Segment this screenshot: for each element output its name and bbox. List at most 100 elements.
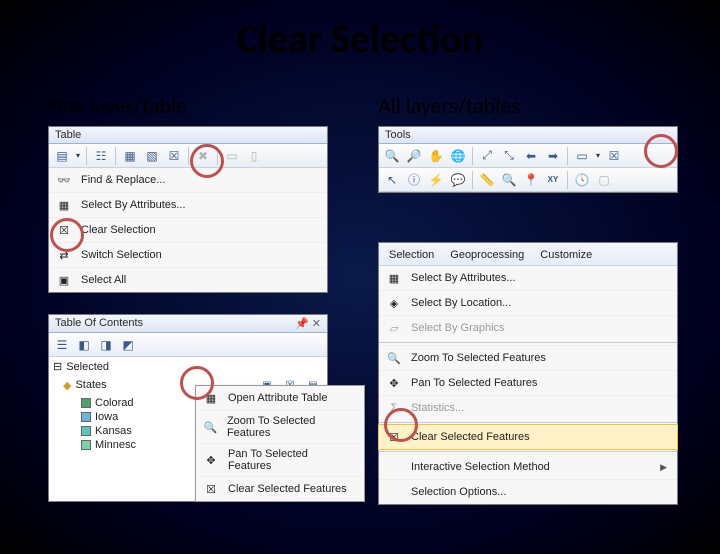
swatch-icon	[81, 440, 91, 450]
table-icon: ▦	[202, 390, 220, 406]
list-item-label: Iowa	[95, 411, 118, 423]
menu-label: Pan To Selected Features	[228, 448, 354, 472]
binoculars-icon: 👓	[55, 172, 73, 188]
menu-label: Switch Selection	[81, 249, 162, 261]
toc-pin-icon[interactable]: 📌 ✕	[295, 317, 321, 330]
menu-label: Clear Selected Features	[411, 431, 530, 443]
menu-select-by-location[interactable]: ◈ Select By Location...	[379, 290, 677, 315]
menu-label: Select All	[81, 274, 126, 286]
zoom-in-icon[interactable]: 🔍	[382, 146, 402, 166]
list-by-source-icon[interactable]: ◧	[74, 335, 94, 355]
opts-icon	[385, 484, 403, 500]
menu-select-by-attributes[interactable]: ▦ Select By Attributes...	[49, 192, 327, 217]
menu-label: Find & Replace...	[81, 174, 165, 186]
menu-switch-selection[interactable]: ⇄ Switch Selection	[49, 242, 327, 267]
clear-sel-toolbar-icon[interactable]: ☒	[164, 146, 184, 166]
left-subheading: One layer/table	[48, 92, 187, 119]
swatch-icon	[81, 426, 91, 436]
table-panel: Table ▤▾ ☷ ▦ ▧ ☒ ✖ ▭ ▯ 👓 Find & Replace.…	[48, 126, 328, 293]
export-icon[interactable]: ▧	[142, 146, 162, 166]
toc-title: Table Of Contents	[55, 317, 143, 330]
menu-zoom-selected[interactable]: 🔍 Zoom To Selected Features	[379, 345, 677, 370]
sel-graph-icon: ▱	[385, 320, 403, 336]
fixed-zoom-in-icon[interactable]: ⤢	[477, 146, 497, 166]
select-all-icon: ▣	[55, 272, 73, 288]
menu-tabs: Selection Geoprocessing Customize	[379, 243, 677, 266]
menu-find-replace[interactable]: 👓 Find & Replace...	[49, 168, 327, 192]
zoom-out-icon[interactable]: 🔎	[404, 146, 424, 166]
right-subheading: All layers/tables	[378, 92, 520, 119]
menu-label: Zoom To Selected Features	[227, 415, 354, 439]
toc-layer-label: States	[75, 379, 106, 391]
attr-icon[interactable]: ▦	[120, 146, 140, 166]
swatch-icon	[81, 398, 91, 408]
select-row-icon[interactable]: ▯	[244, 146, 264, 166]
table-toolbar: ▤▾ ☷ ▦ ▧ ☒ ✖ ▭ ▯	[49, 144, 327, 168]
toc-selected-label: Selected	[66, 361, 109, 373]
pan-icon[interactable]: ✋	[426, 146, 446, 166]
hyperlink-icon[interactable]: ⚡	[426, 170, 446, 190]
menu-label: Select By Attributes...	[411, 272, 516, 284]
measure-icon[interactable]: 📏	[477, 170, 497, 190]
next-extent-icon[interactable]: ➡	[543, 146, 563, 166]
goto-xy-icon[interactable]: XY	[543, 170, 563, 190]
zoom-sel-icon: 🔍	[385, 350, 403, 366]
menu-clear-selection[interactable]: ☒ Clear Selection	[49, 217, 327, 242]
table-menu: 👓 Find & Replace... ▦ Select By Attribut…	[49, 168, 327, 292]
context-zoom-selected[interactable]: 🔍 Zoom To Selected Features	[196, 410, 364, 443]
viewer-icon[interactable]: ▢	[594, 170, 614, 190]
selection-menu-panel: Selection Geoprocessing Customize ▦ Sele…	[378, 242, 678, 505]
find-icon[interactable]: 🔍	[499, 170, 519, 190]
menu-interactive-selection-method[interactable]: Interactive Selection Method ▶	[379, 454, 677, 479]
menu-select-all[interactable]: ▣ Select All	[49, 267, 327, 292]
zoom-sel-icon: 🔍	[202, 419, 219, 435]
switch-sel-icon: ⇄	[55, 247, 73, 263]
menu-pan-selected[interactable]: ✥ Pan To Selected Features	[379, 370, 677, 395]
menu-label: Pan To Selected Features	[411, 377, 537, 389]
menu-clear-selected-features[interactable]: ☒ Clear Selected Features	[378, 424, 678, 450]
time-slider-icon[interactable]: 🕓	[572, 170, 592, 190]
select-features-icon[interactable]: ▭	[572, 146, 592, 166]
list-by-visibility-icon[interactable]: ◨	[96, 335, 116, 355]
menu-label: Statistics...	[411, 402, 464, 414]
clear-sel-icon: ☒	[55, 222, 73, 238]
tab-customize[interactable]: Customize	[538, 247, 594, 265]
table-menu-icon[interactable]: ▤	[52, 146, 72, 166]
find-route-icon[interactable]: 📍	[521, 170, 541, 190]
toc-selected-group[interactable]: ⊟ Selected	[53, 359, 323, 374]
sel-attr-icon: ▦	[385, 270, 403, 286]
context-clear-selected[interactable]: ☒ Clear Selected Features	[196, 476, 364, 501]
menu-select-by-attributes[interactable]: ▦ Select By Attributes...	[379, 266, 677, 290]
layer-icon: ◆	[63, 379, 71, 392]
tab-selection[interactable]: Selection	[387, 247, 436, 265]
toc-titlebar: Table Of Contents 📌 ✕	[49, 315, 327, 333]
tools-panel: Tools 🔍 🔎 ✋ 🌐 ⤢ ⤡ ⬅ ➡ ▭▾ ☒ ↖ ⓘ ⚡ 💬 📏 🔍 📍…	[378, 126, 678, 193]
related-tables-icon[interactable]: ☷	[91, 146, 111, 166]
table-panel-title: Table	[49, 127, 327, 144]
html-popup-icon[interactable]: 💬	[448, 170, 468, 190]
context-pan-selected[interactable]: ✥ Pan To Selected Features	[196, 443, 364, 476]
toc-context-menu: ▦ Open Attribute Table 🔍 Zoom To Selecte…	[195, 385, 365, 502]
list-by-drawing-icon[interactable]: ☰	[52, 335, 72, 355]
context-open-attribute-table[interactable]: ▦ Open Attribute Table	[196, 386, 364, 410]
fixed-zoom-out-icon[interactable]: ⤡	[499, 146, 519, 166]
menu-select-by-graphics: ▱ Select By Graphics	[379, 315, 677, 340]
tab-geoprocessing[interactable]: Geoprocessing	[448, 247, 526, 265]
tools-row-2: ↖ ⓘ ⚡ 💬 📏 🔍 📍 XY 🕓 ▢	[379, 168, 677, 192]
page-title: Clear Selection	[0, 14, 720, 63]
menu-label: Interactive Selection Method	[411, 461, 550, 473]
sel-loc-icon: ◈	[385, 295, 403, 311]
menu-label: Select By Graphics	[411, 322, 505, 334]
list-item-label: Kansas	[95, 425, 132, 437]
menu-selection-options[interactable]: Selection Options...	[379, 479, 677, 504]
prev-extent-icon[interactable]: ⬅	[521, 146, 541, 166]
list-by-selection-icon[interactable]: ◩	[118, 335, 138, 355]
menu-label: Select By Location...	[411, 297, 511, 309]
select-col-icon[interactable]: ▭	[222, 146, 242, 166]
pointer-icon[interactable]: ↖	[382, 170, 402, 190]
globe-icon[interactable]: 🌐	[448, 146, 468, 166]
menu-statistics: Σ Statistics...	[379, 395, 677, 420]
clear-sel-tool-icon[interactable]: ☒	[604, 146, 624, 166]
identify-icon[interactable]: ⓘ	[404, 170, 424, 190]
swatch-icon	[81, 412, 91, 422]
